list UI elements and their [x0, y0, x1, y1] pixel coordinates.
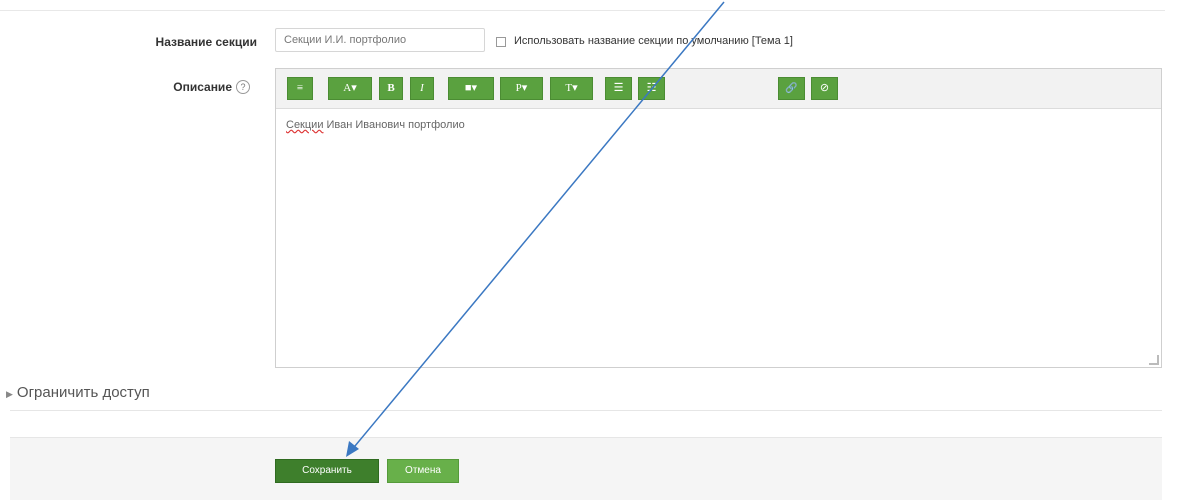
annotation-arrow-icon — [346, 1, 725, 457]
annotation-arrow-line — [349, 1, 725, 453]
